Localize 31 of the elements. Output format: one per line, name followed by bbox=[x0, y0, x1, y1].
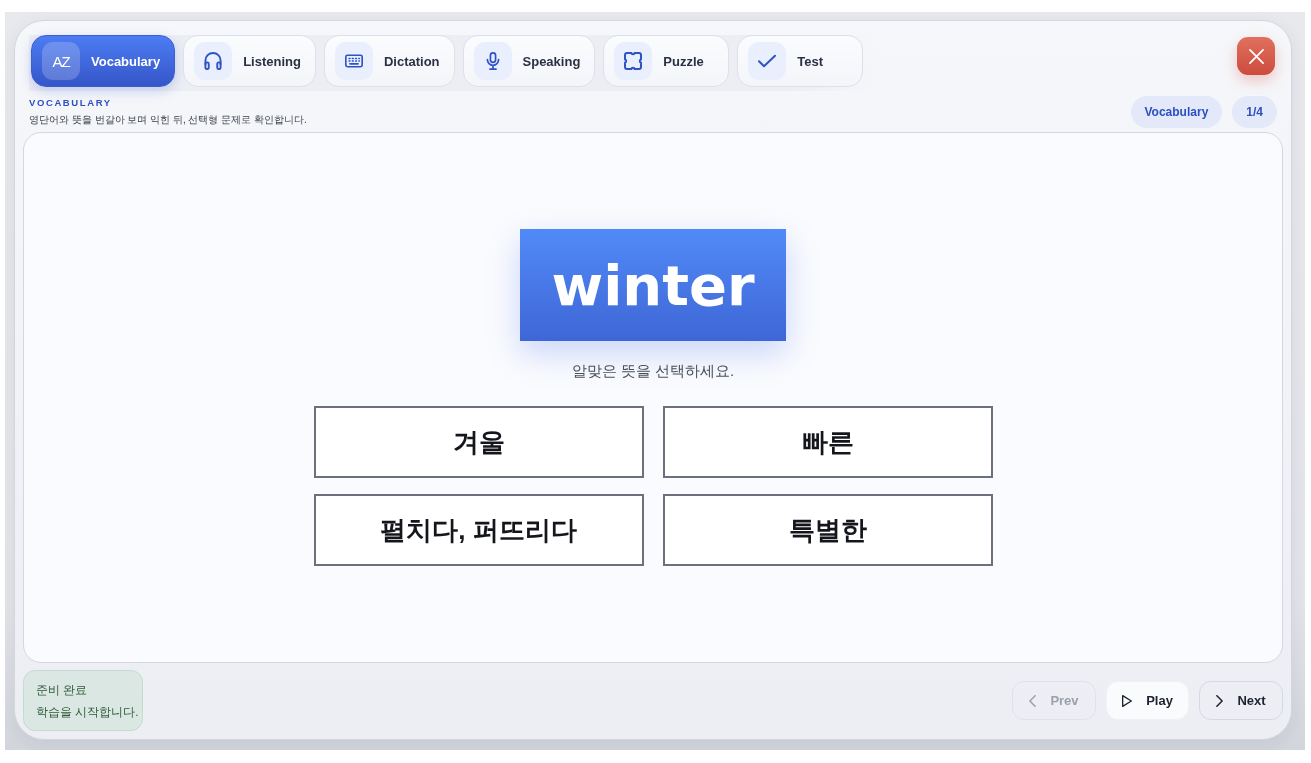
tab[interactable]: AZ Vocabulary bbox=[31, 35, 176, 87]
status-message: 학습을 시작합니다. bbox=[36, 705, 140, 720]
chevron-right-icon bbox=[1216, 694, 1224, 707]
headphones-icon bbox=[194, 42, 233, 80]
section-title: VOCABULARY bbox=[29, 97, 113, 109]
close-button[interactable] bbox=[1237, 37, 1275, 75]
play-icon bbox=[1122, 694, 1133, 707]
answer-option[interactable]: 펼치다, 퍼뜨리다 bbox=[313, 494, 644, 566]
az-icon: AZ bbox=[42, 42, 80, 80]
chevron-left-icon bbox=[1029, 694, 1037, 707]
close-icon bbox=[1248, 48, 1264, 64]
puzzle-icon bbox=[614, 42, 653, 80]
word-card: winter bbox=[520, 229, 786, 341]
microphone-icon bbox=[473, 42, 512, 80]
tab[interactable]: Dictation bbox=[323, 35, 455, 87]
tab[interactable]: Listening bbox=[183, 35, 316, 87]
tab[interactable]: Speaking bbox=[462, 35, 596, 87]
answer-option[interactable]: 특별한 bbox=[662, 494, 993, 566]
section-description: 영단어와 뜻을 번갈아 보며 익힌 뒤, 선택형 문제로 확인합니다. bbox=[29, 113, 307, 126]
prompt-text: 알맞은 뜻을 선택하세요. bbox=[571, 361, 735, 381]
play-button[interactable]: Play bbox=[1106, 681, 1189, 720]
answer-option[interactable]: 빠른 bbox=[662, 406, 993, 478]
info-pill: 1/4 bbox=[1232, 95, 1277, 128]
tab[interactable]: Test bbox=[737, 35, 864, 87]
answer-option[interactable]: 겨울 bbox=[313, 406, 644, 478]
next-button[interactable]: Next bbox=[1199, 681, 1283, 720]
check-icon bbox=[748, 42, 787, 80]
tab[interactable]: Puzzle bbox=[603, 35, 730, 87]
info-pill: Vocabulary bbox=[1130, 95, 1223, 128]
keyboard-icon bbox=[334, 42, 373, 80]
status-title: 준비 완료 bbox=[36, 683, 89, 698]
